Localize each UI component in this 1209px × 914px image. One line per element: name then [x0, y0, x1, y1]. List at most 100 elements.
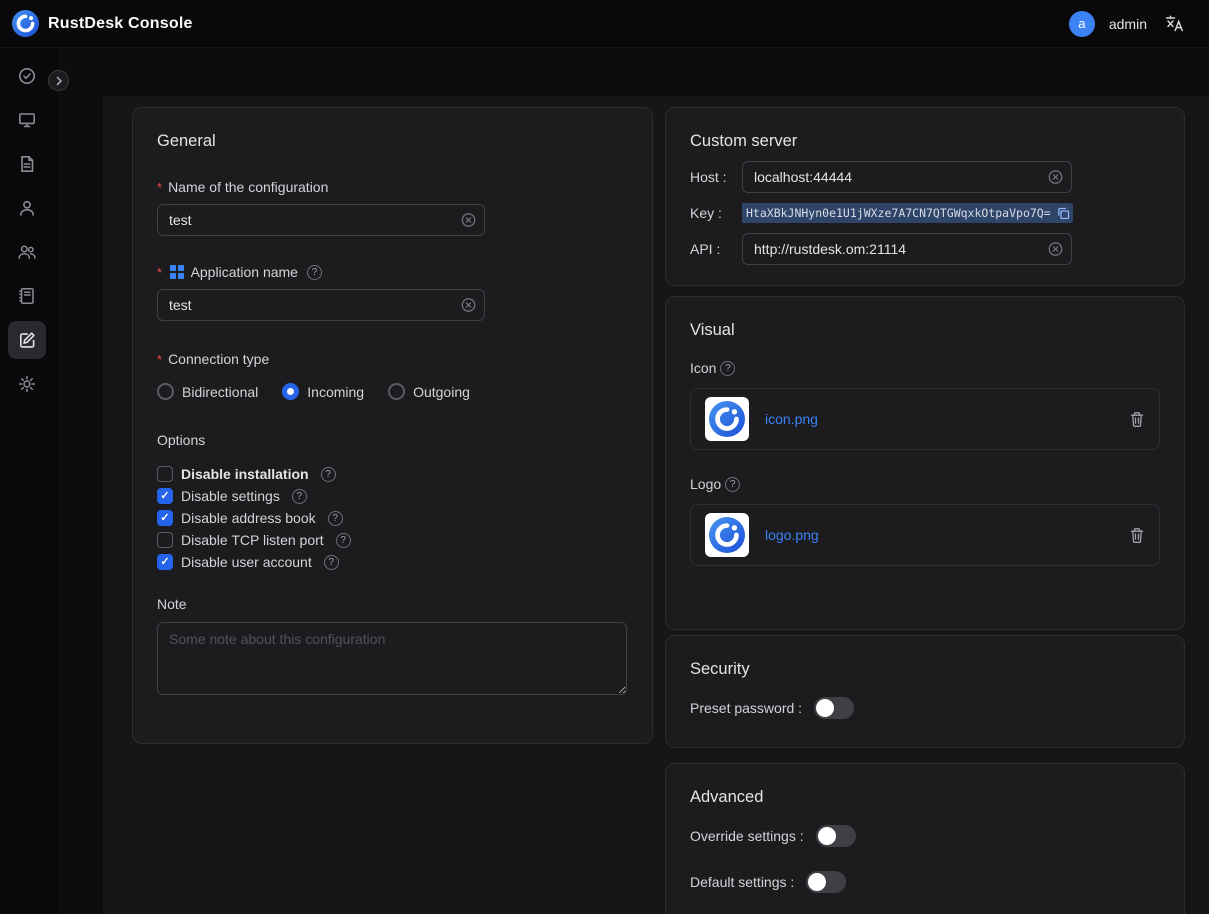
key-value[interactable]: HtaXBkJNHyn0e1U1jWXze7A7CN7QTGWqxkOtpaVp… [742, 203, 1055, 223]
api-row: API : [690, 233, 1160, 265]
help-icon[interactable]: ? [328, 511, 343, 526]
windows-logo-icon [170, 265, 184, 279]
copy-icon[interactable] [1055, 203, 1073, 223]
host-row: Host : [690, 161, 1160, 193]
help-icon[interactable]: ? [292, 489, 307, 504]
icon-file-link[interactable]: icon.png [765, 411, 818, 427]
radio-outgoing[interactable]: Outgoing [388, 383, 470, 400]
logo-label: Logo ? [690, 476, 1160, 492]
option-disable-address-book[interactable]: Disable address book ? [157, 510, 628, 526]
icon-thumbnail [705, 397, 749, 441]
override-settings-label: Override settings : [690, 828, 804, 844]
custom-server-title: Custom server [690, 132, 1160, 151]
sidebar-item-settings[interactable] [8, 365, 46, 403]
radio-button[interactable] [388, 383, 405, 400]
required-marker: * [157, 265, 162, 280]
language-translate-icon[interactable] [1161, 11, 1187, 37]
override-settings-toggle[interactable] [816, 825, 856, 847]
api-field [742, 233, 1072, 265]
default-settings-row: Default settings : [690, 871, 1160, 893]
sidebar-item-custom-clients[interactable] [8, 321, 46, 359]
preset-password-row: Preset password : [690, 697, 1160, 719]
advanced-title: Advanced [690, 788, 1160, 807]
user-icon [17, 198, 37, 218]
advanced-card: Advanced Override settings : Default set… [665, 763, 1185, 914]
option-disable-settings[interactable]: Disable settings ? [157, 488, 628, 504]
api-input[interactable] [742, 233, 1072, 265]
note-textarea[interactable] [157, 622, 627, 695]
clear-icon[interactable] [461, 298, 476, 313]
radio-button[interactable] [157, 383, 174, 400]
option-disable-user-account[interactable]: Disable user account ? [157, 554, 628, 570]
visual-title: Visual [690, 321, 1160, 340]
host-field [742, 161, 1072, 193]
gear-icon [17, 374, 37, 394]
sidebar-nav [0, 48, 58, 914]
default-settings-toggle[interactable] [806, 871, 846, 893]
host-input[interactable] [742, 161, 1072, 193]
rustdesk-logo-icon [12, 10, 39, 37]
topbar-right: a admin [1069, 11, 1187, 37]
application-name-input[interactable] [157, 289, 485, 321]
checkbox[interactable] [157, 532, 173, 548]
sidebar-item-groups[interactable] [8, 233, 46, 271]
top-bar: RustDesk Console a admin [0, 0, 1209, 48]
sidebar-item-devices[interactable] [8, 101, 46, 139]
help-icon[interactable]: ? [725, 477, 740, 492]
trash-icon[interactable] [1129, 411, 1145, 428]
config-name-label: * Name of the configuration [157, 179, 628, 195]
checkbox[interactable] [157, 510, 173, 526]
required-marker: * [157, 352, 162, 367]
preset-password-toggle[interactable] [814, 697, 854, 719]
trash-icon[interactable] [1129, 527, 1145, 544]
key-row: Key : HtaXBkJNHyn0e1U1jWXze7A7CN7QTGWqxk… [690, 203, 1160, 223]
circle-check-icon [17, 66, 37, 86]
icon-label: Icon ? [690, 360, 1160, 376]
sidebar-item-status[interactable] [8, 57, 46, 95]
custom-server-card: Custom server Host : Key : HtaXBkJNHyn0e… [665, 107, 1185, 286]
note-label: Note [157, 596, 628, 612]
option-disable-installation[interactable]: Disable installation ? [157, 466, 628, 482]
checkbox[interactable] [157, 466, 173, 482]
sidebar-item-users[interactable] [8, 189, 46, 227]
radio-incoming[interactable]: Incoming [282, 383, 364, 400]
checkbox[interactable] [157, 554, 173, 570]
help-icon[interactable]: ? [720, 361, 735, 376]
default-settings-label: Default settings : [690, 874, 794, 890]
general-card: General * Name of the configuration * Ap… [132, 107, 653, 744]
brand: RustDesk Console [12, 10, 193, 37]
api-label: API : [690, 241, 742, 257]
options-group: Disable installation ? Disable settings … [157, 466, 628, 570]
username[interactable]: admin [1109, 16, 1147, 32]
radio-bidirectional[interactable]: Bidirectional [157, 383, 258, 400]
general-title: General [157, 132, 628, 151]
config-name-field [157, 204, 485, 236]
users-group-icon [17, 242, 37, 262]
logo-file-link[interactable]: logo.png [765, 527, 819, 543]
clear-icon[interactable] [461, 213, 476, 228]
app-title: RustDesk Console [48, 15, 193, 33]
security-title: Security [690, 660, 1160, 679]
sidebar-expand-button[interactable] [48, 70, 69, 91]
help-icon[interactable]: ? [307, 265, 322, 280]
user-avatar[interactable]: a [1069, 11, 1095, 37]
clear-icon[interactable] [1048, 170, 1063, 185]
journal-icon [17, 286, 37, 306]
monitor-icon [17, 110, 37, 130]
visual-card: Visual Icon ? icon.png [665, 296, 1185, 630]
clear-icon[interactable] [1048, 242, 1063, 257]
host-label: Host : [690, 169, 742, 185]
preset-password-label: Preset password : [690, 700, 802, 716]
help-icon[interactable]: ? [336, 533, 351, 548]
config-name-input[interactable] [157, 204, 485, 236]
option-disable-tcp-listen-port[interactable]: Disable TCP listen port ? [157, 532, 628, 548]
security-card: Security Preset password : [665, 635, 1185, 748]
help-icon[interactable]: ? [321, 467, 336, 482]
sidebar-item-sessions[interactable] [8, 145, 46, 183]
checkbox[interactable] [157, 488, 173, 504]
sidebar-item-audit-log[interactable] [8, 277, 46, 315]
help-icon[interactable]: ? [324, 555, 339, 570]
radio-button[interactable] [282, 383, 299, 400]
rustdesk-console-window: RustDesk Console a admin [0, 0, 1209, 914]
application-name-field [157, 289, 485, 321]
